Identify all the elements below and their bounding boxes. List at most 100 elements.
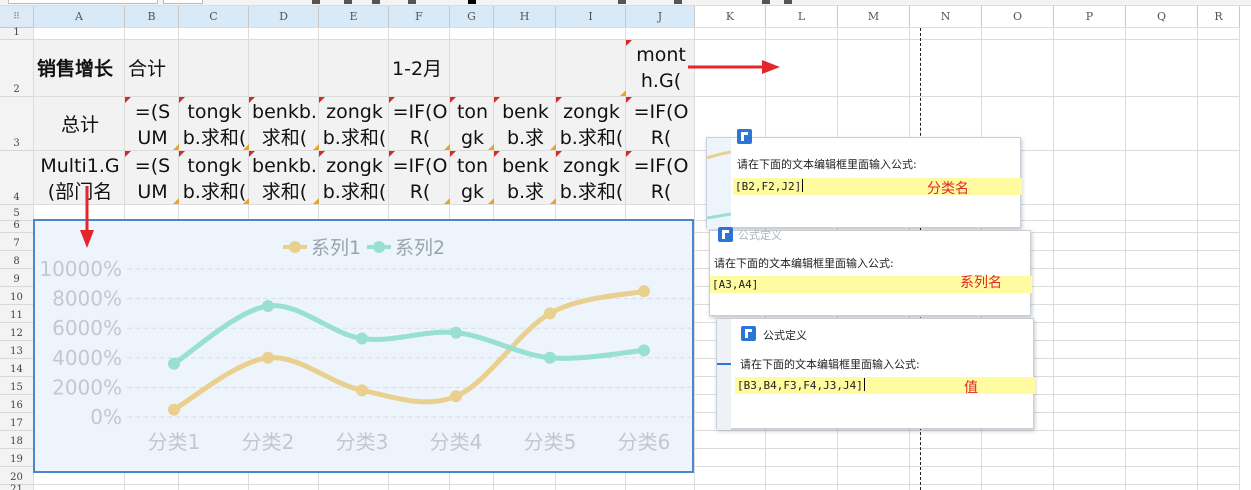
formula-text: [A3,A4] [712,278,759,291]
row-header-4[interactable]: 4 [0,151,34,205]
cell-c3[interactable]: tongkb.求和( [182,97,247,150]
cell-i4[interactable]: zongkb.求和( [559,151,624,204]
formula-dialog-values[interactable]: 公式定义 请在下面的文本编辑框里面输入公式: [B3,B4,F3,F4,J3,J… [716,318,1035,430]
font-color-icon[interactable] [468,0,476,4]
cell-f3[interactable]: =IF(OR( [392,97,448,150]
row-header-1[interactable]: 1 [0,27,34,40]
column-header-k[interactable]: K [695,6,766,28]
row-header-13[interactable]: 13 [0,341,34,359]
data-point [262,351,274,364]
cell-j3[interactable]: =IF(OR( [629,97,693,150]
cell-h3[interactable]: benkb.求 [497,97,554,150]
cell-b3[interactable]: =(SUM [128,97,177,150]
cell-g3[interactable]: tongkb. [453,97,492,150]
cell-i3[interactable]: zongkb.求和( [559,97,624,150]
column-header-q[interactable]: Q [1126,6,1198,28]
grid-line [1239,28,1240,490]
line-chart[interactable]: 10000% 8000% 6000% 4000% 2000% 0% 分类1 分类2 分类3 分类4… [33,219,694,473]
row-header-12[interactable]: 12 [0,323,34,341]
formula-indicator [313,198,319,204]
merge-icon[interactable] [674,0,682,4]
x-tick-label: 分类4 [430,430,483,454]
select-all-corner[interactable]: ⠿ [0,6,34,28]
cell-d3[interactable]: benkb.求和( [252,97,317,150]
column-header-d[interactable]: D [249,6,319,28]
chart-icon[interactable] [762,0,770,4]
align-right-icon[interactable] [372,0,380,4]
cell-c4[interactable]: tongkb.求和( [182,151,247,204]
formula-text: [B2,F2,J2] [735,180,802,193]
cell-b4[interactable]: =(SUM [128,151,177,204]
column-header-e[interactable]: E [319,6,389,28]
formula-indicator [550,198,556,204]
column-header-h[interactable]: H [494,6,556,28]
align-left-icon[interactable] [312,0,320,4]
text-cursor [863,378,865,391]
row-number: 14 [10,364,23,375]
annotation-label: 分类名 [927,181,969,197]
cell-e3[interactable]: zongkb.求和( [322,97,387,150]
comment-indicator [179,97,185,103]
cell-j4[interactable]: =IF(OR( [629,151,693,204]
data-point [450,326,462,339]
cell-f4[interactable]: =IF(OR( [392,151,448,204]
cell-h4[interactable]: benkb.求 [497,151,554,204]
column-header-l[interactable]: L [766,6,838,28]
comment-indicator [626,97,632,103]
dialog-title: 公式定义 [763,329,807,342]
column-header-n[interactable]: N [910,6,982,28]
formula-input[interactable]: [B2,F2,J2] [733,178,1022,195]
comment-indicator [319,151,325,157]
formula-dialog-category[interactable]: 请在下面的文本编辑框里面输入公式: [B2,F2,J2] 分类名 [706,129,1022,229]
column-header-j[interactable]: J [626,6,695,28]
row-header-8[interactable]: 8 [0,251,34,269]
column-header-i[interactable]: I [556,6,626,28]
formula-dialog-series[interactable]: 公式定义 请在下面的文本编辑框里面输入公式: [A3,A4] 系列名 [709,227,1032,316]
row-header-2[interactable]: 2 [0,40,34,97]
cell-b2[interactable]: 合计 [128,40,177,96]
cell-j2[interactable]: month.G( [629,40,693,96]
cell-a3[interactable]: 总计 [37,97,123,150]
formula-input[interactable]: [B3,B4,F3,F4,J3,J4] [735,377,1035,394]
row-header-11[interactable]: 11 [0,305,34,323]
column-header-f[interactable]: F [389,6,450,28]
comment-indicator [125,151,131,157]
name-box[interactable] [8,0,158,4]
row-header-15[interactable]: 15 [0,377,34,395]
row-header-16[interactable]: 16 [0,395,34,413]
border-icon[interactable] [618,0,626,4]
cell-e4[interactable]: zongkb.求和( [322,151,387,204]
row-header-18[interactable]: 18 [0,431,34,449]
data-point [450,390,462,403]
row-header-21[interactable]: 21 [0,484,34,490]
column-header-c[interactable]: C [179,6,249,28]
column-header-a[interactable]: A [34,6,125,28]
row-header-19[interactable]: 19 [0,449,34,467]
cell-f2[interactable]: 1-2月 [392,40,448,96]
column-header-r[interactable]: R [1198,6,1240,28]
cell-d4[interactable]: benkb.求和( [252,151,317,204]
row-header-7[interactable]: 7 [0,233,34,251]
column-header-o[interactable]: O [982,6,1054,28]
column-header-g[interactable]: G [450,6,494,28]
underline-icon[interactable] [408,0,416,4]
comment-indicator [389,151,395,157]
font-size-box[interactable] [163,0,203,4]
image-icon[interactable] [784,0,792,4]
align-center-icon[interactable] [344,0,352,4]
row-header-9[interactable]: 9 [0,269,34,287]
cell-g4[interactable]: tongkb. [453,151,492,204]
row-header-20[interactable]: 20 [0,467,34,485]
cell-a2[interactable]: 销售增长 [37,40,123,96]
row-header-14[interactable]: 14 [0,359,34,377]
comment-indicator [494,151,500,157]
row-header-3[interactable]: 3 [0,97,34,151]
row-header-6[interactable]: 6 [0,220,34,233]
row-header-5[interactable]: 5 [0,205,34,221]
underlying-window-edge [717,319,731,430]
row-header-17[interactable]: 17 [0,413,34,431]
column-header-b[interactable]: B [125,6,179,28]
row-header-10[interactable]: 10 [0,287,34,305]
column-header-m[interactable]: M [838,6,910,28]
column-header-p[interactable]: P [1054,6,1126,28]
